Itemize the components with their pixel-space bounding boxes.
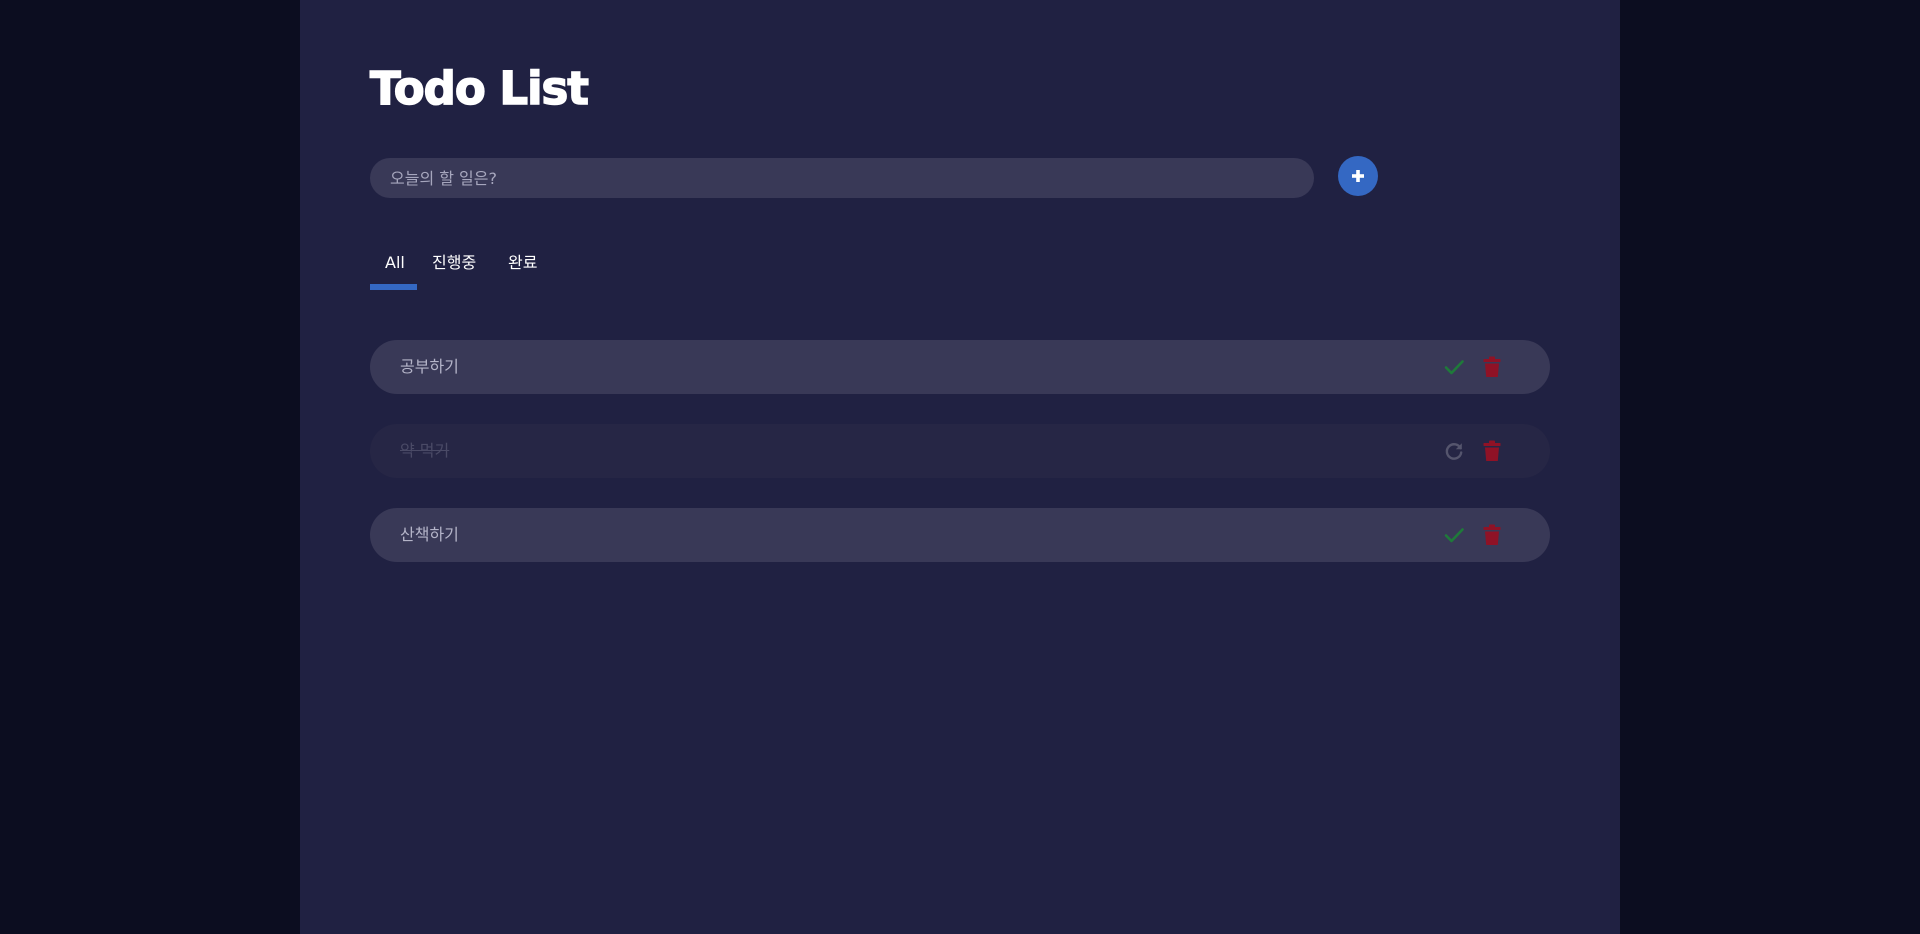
todo-item: 약 먹기 xyxy=(370,424,1550,478)
trash-icon xyxy=(1483,524,1501,545)
todo-text: 약 먹기 xyxy=(400,441,450,460)
trash-icon xyxy=(1483,440,1501,461)
tab-all[interactable]: All xyxy=(385,248,405,278)
todo-item: 산책하기 xyxy=(370,508,1550,562)
page-title: Todo List xyxy=(369,61,589,116)
add-todo-button[interactable] xyxy=(1338,156,1378,196)
delete-button[interactable] xyxy=(1480,439,1504,463)
tab-active-indicator xyxy=(370,284,417,290)
todo-input[interactable] xyxy=(370,158,1314,198)
delete-button[interactable] xyxy=(1480,523,1504,547)
check-icon xyxy=(1444,528,1464,543)
todo-input-row xyxy=(370,156,1390,200)
todo-item: 공부하기 xyxy=(370,340,1550,394)
todo-app-panel: Todo List All 진행중 완료 공부하기 xyxy=(300,0,1620,934)
filter-tabs: All 진행중 완료 xyxy=(370,248,670,292)
todo-text: 공부하기 xyxy=(400,357,459,376)
tab-done[interactable]: 완료 xyxy=(508,248,537,278)
tab-in-progress[interactable]: 진행중 xyxy=(432,248,476,278)
complete-button[interactable] xyxy=(1442,355,1466,379)
todo-text: 산책하기 xyxy=(400,525,459,544)
plus-icon xyxy=(1352,170,1364,182)
complete-button[interactable] xyxy=(1442,523,1466,547)
trash-icon xyxy=(1483,356,1501,377)
delete-button[interactable] xyxy=(1480,355,1504,379)
undo-button[interactable] xyxy=(1442,439,1466,463)
undo-icon xyxy=(1445,443,1463,460)
check-icon xyxy=(1444,360,1464,375)
